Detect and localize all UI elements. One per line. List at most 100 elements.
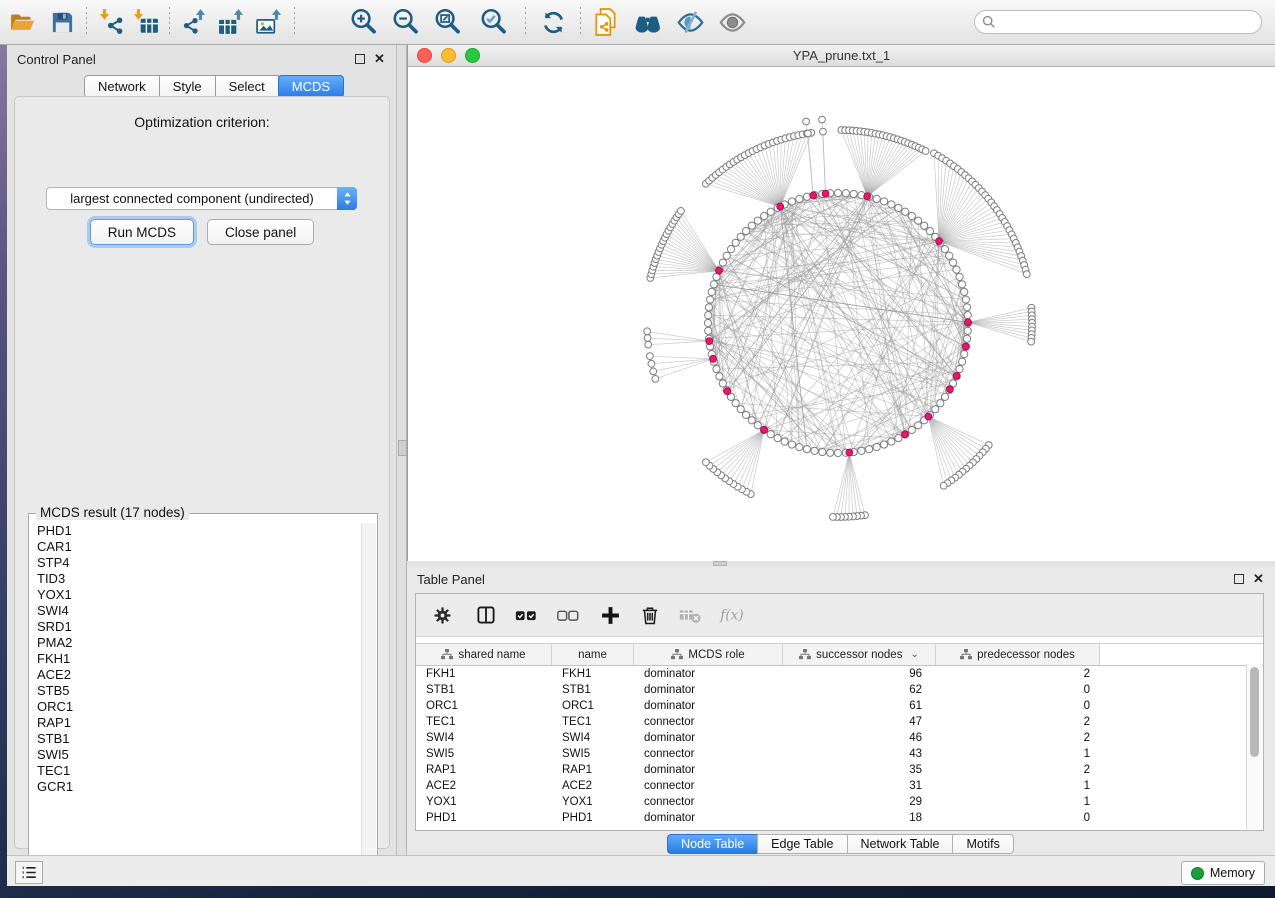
mcds-dominator-node[interactable] — [902, 431, 909, 438]
clone-network-button[interactable] — [589, 5, 623, 39]
network-node[interactable] — [961, 351, 968, 358]
network-node[interactable] — [716, 373, 723, 380]
network-node[interactable] — [946, 252, 953, 259]
column-header-MCDS-role[interactable]: MCDS role — [634, 644, 783, 665]
network-node[interactable] — [915, 217, 922, 224]
network-node[interactable] — [834, 449, 841, 456]
mcds-dominator-node[interactable] — [953, 372, 960, 379]
mcds-dominator-node[interactable] — [810, 192, 817, 199]
network-leaf-node[interactable] — [805, 130, 812, 137]
float-panel-button[interactable] — [353, 53, 366, 66]
network-node[interactable] — [866, 446, 873, 453]
zoom-fit-button[interactable] — [431, 5, 465, 39]
mcds-result-item[interactable]: TEC1 — [30, 763, 362, 779]
mcds-result-item[interactable]: PMA2 — [30, 635, 362, 651]
zoom-out-button[interactable] — [389, 5, 423, 39]
network-node[interactable] — [827, 449, 834, 456]
mcds-result-item[interactable]: FKH1 — [30, 651, 362, 667]
table-row[interactable]: FKH1FKH1dominator962 — [416, 666, 1263, 682]
network-node[interactable] — [932, 406, 939, 413]
network-node[interactable] — [895, 435, 902, 442]
mcds-result-item[interactable]: RAP1 — [30, 715, 362, 731]
network-node[interactable] — [761, 212, 768, 219]
network-leaf-node[interactable] — [819, 116, 826, 123]
tab-select[interactable]: Select — [215, 75, 279, 98]
network-node[interactable] — [719, 380, 726, 387]
close-panel-button-mcds[interactable]: Close panel — [207, 219, 314, 245]
network-node[interactable] — [788, 198, 795, 205]
delete-column-button[interactable] — [637, 602, 663, 628]
show-task-history-button[interactable] — [15, 861, 43, 884]
network-node[interactable] — [902, 208, 909, 215]
hide-selected-button[interactable] — [673, 5, 707, 39]
network-node[interactable] — [705, 312, 712, 319]
network-node[interactable] — [723, 252, 730, 259]
network-node[interactable] — [915, 422, 922, 429]
mcds-dominator-node[interactable] — [936, 238, 943, 245]
close-table-panel-button[interactable]: ✕ — [1252, 573, 1265, 586]
network-leaf-node[interactable] — [940, 482, 947, 489]
table-row[interactable]: YOX1YOX1connector291 — [416, 794, 1263, 810]
network-node[interactable] — [908, 426, 915, 433]
show-column-panel-button[interactable] — [473, 602, 499, 628]
criterion-dropdown[interactable]: largest connected component (undirected) — [46, 187, 357, 210]
mcds-dominator-node[interactable] — [965, 319, 972, 326]
mcds-dominator-node[interactable] — [962, 343, 969, 350]
network-node[interactable] — [873, 195, 880, 202]
tab-motifs[interactable]: Motifs — [952, 834, 1013, 854]
first-neighbors-button[interactable] — [631, 5, 665, 39]
column-header-predecessor-nodes[interactable]: predecessor nodes — [936, 644, 1100, 665]
mcds-result-item[interactable]: GCR1 — [30, 779, 362, 795]
import-table-button[interactable] — [128, 5, 162, 39]
network-canvas[interactable] — [408, 67, 1274, 561]
column-header-successor-nodes[interactable]: successor nodes⌄ — [783, 644, 936, 665]
network-node[interactable] — [774, 435, 781, 442]
network-node[interactable] — [964, 312, 971, 319]
mcds-dominator-node[interactable] — [716, 267, 723, 274]
network-node[interactable] — [742, 411, 749, 418]
network-leaf-node[interactable] — [1028, 338, 1035, 345]
zoom-selected-button[interactable] — [477, 5, 511, 39]
mcds-result-item[interactable]: SRD1 — [30, 619, 362, 635]
export-image-button[interactable] — [253, 5, 287, 39]
network-node[interactable] — [937, 400, 944, 407]
network-node[interactable] — [732, 400, 739, 407]
network-node[interactable] — [941, 393, 948, 400]
network-node[interactable] — [748, 222, 755, 229]
network-node[interactable] — [719, 259, 726, 266]
network-node[interactable] — [708, 288, 715, 295]
search-field[interactable] — [974, 10, 1262, 34]
table-row[interactable]: PHD1PHD1dominator180 — [416, 810, 1263, 826]
mcds-result-item[interactable]: SWI4 — [30, 603, 362, 619]
network-node[interactable] — [834, 189, 841, 196]
create-column-button[interactable] — [597, 602, 623, 628]
network-window-titlebar[interactable]: YPA_prune.txt_1 — [408, 45, 1275, 67]
network-node[interactable] — [707, 296, 714, 303]
mcds-result-item[interactable]: ACE2 — [30, 667, 362, 683]
table-settings-button[interactable] — [429, 602, 455, 628]
apply-layout-button[interactable] — [536, 5, 570, 39]
table-row[interactable]: SWI5SWI5connector431 — [416, 746, 1263, 762]
network-leaf-node[interactable] — [652, 375, 659, 382]
deselect-all-rows-button[interactable] — [555, 602, 581, 628]
network-node[interactable] — [873, 444, 880, 451]
graph-nodes[interactable] — [644, 116, 1036, 520]
network-leaf-node[interactable] — [922, 148, 929, 155]
network-node[interactable] — [963, 335, 970, 342]
network-node[interactable] — [880, 441, 887, 448]
network-node[interactable] — [950, 259, 957, 266]
table-row[interactable]: ACE2ACE2connector311 — [416, 778, 1263, 794]
network-node[interactable] — [888, 438, 895, 445]
network-leaf-node[interactable] — [803, 118, 810, 125]
table-row[interactable]: ORC1ORC1dominator610 — [416, 698, 1263, 714]
mcds-dominator-node[interactable] — [706, 338, 713, 345]
network-node[interactable] — [767, 208, 774, 215]
network-node[interactable] — [803, 446, 810, 453]
network-node[interactable] — [742, 227, 749, 234]
open-file-button[interactable] — [5, 5, 39, 39]
tab-network-table[interactable]: Network Table — [847, 834, 954, 854]
network-leaf-node[interactable] — [1023, 271, 1030, 278]
network-node[interactable] — [781, 438, 788, 445]
mcds-dominator-node[interactable] — [946, 386, 953, 393]
network-node[interactable] — [737, 233, 744, 240]
